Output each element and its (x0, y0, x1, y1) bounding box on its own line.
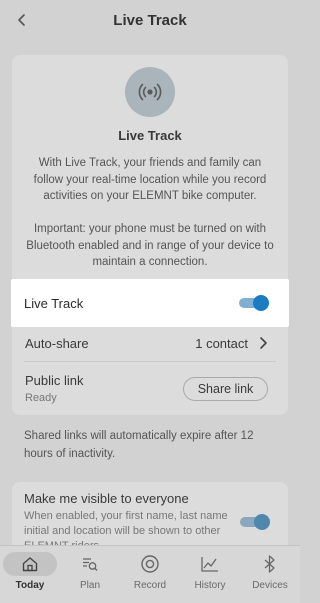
nav-label-record: Record (133, 580, 167, 591)
bluetooth-icon (243, 552, 297, 576)
visibility-title: Make me visible to everyone (24, 491, 189, 506)
record-icon (123, 552, 177, 576)
nav-label-devices: Devices (252, 580, 288, 591)
nav-label-history: History (194, 580, 226, 591)
live-track-toggle[interactable] (239, 295, 269, 311)
bottom-navigation: Today Plan Record History Devices (0, 545, 300, 603)
auto-share-value-group: 1 contact (195, 336, 268, 351)
nav-record[interactable]: Record (122, 552, 178, 600)
divider (24, 361, 276, 362)
public-link-label: Public link (25, 373, 84, 388)
info-important-note: Important: your phone must be turned on … (26, 223, 274, 268)
live-track-screen: Live Track Live Track With Live Track, y… (0, 0, 300, 603)
auto-share-row[interactable]: Auto-share 1 contact (12, 328, 288, 358)
live-track-label: Live Track (24, 295, 84, 311)
home-icon (3, 552, 57, 576)
visibility-toggle[interactable] (240, 514, 270, 530)
auto-share-value: 1 contact (195, 335, 248, 351)
info-description: With Live Track, your friends and family… (33, 157, 267, 202)
live-track-row: Live Track (11, 279, 289, 327)
nav-today[interactable]: Today (2, 552, 58, 600)
nav-history[interactable]: History (182, 552, 238, 600)
auto-share-label: Auto-share (25, 335, 89, 351)
public-link-row: Public link Ready Share link (12, 370, 288, 410)
nav-label-today: Today (15, 580, 45, 591)
expire-note: Shared links will automatically expire a… (24, 430, 254, 460)
chevron-left-icon (18, 14, 25, 26)
share-link-button[interactable]: Share link (183, 377, 268, 401)
toggle-knob (254, 514, 270, 530)
header: Live Track (0, 0, 300, 40)
nav-label-plan: Plan (79, 580, 100, 591)
broadcast-icon (125, 67, 175, 117)
toggle-knob (253, 295, 269, 311)
chevron-right-icon (260, 337, 267, 349)
public-link-status: Ready (25, 392, 57, 404)
plan-search-icon (63, 552, 117, 576)
page-title: Live Track (113, 11, 187, 29)
back-button[interactable] (10, 8, 34, 32)
nav-devices[interactable]: Devices (242, 552, 298, 600)
info-title: Live Track (118, 128, 182, 143)
nav-plan[interactable]: Plan (62, 552, 118, 600)
history-chart-icon (183, 552, 237, 576)
